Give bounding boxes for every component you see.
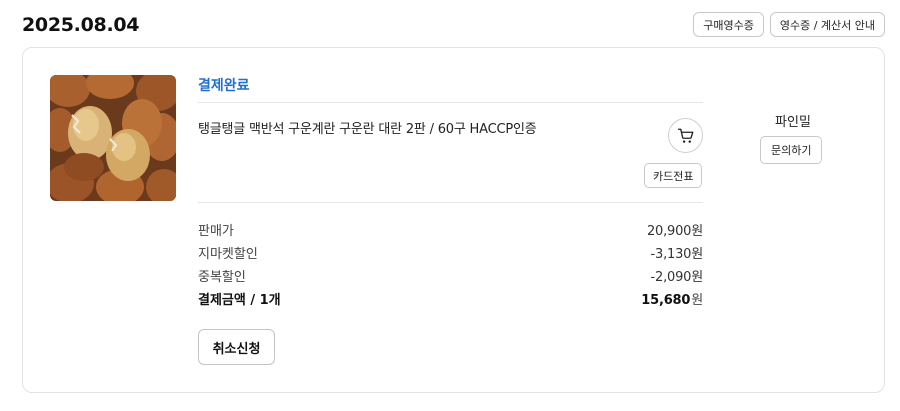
price-label: 중복할인 [198,270,246,285]
cancel-request-button[interactable]: 취소신청 [198,329,275,365]
price-value: -3,130원 [650,247,704,262]
seller-inquiry-button[interactable]: 문의하기 [760,136,823,164]
price-row-total: 결제금액 / 1개 15,680원 [198,287,703,310]
purchase-receipt-button[interactable]: 구매영수증 [693,12,764,37]
divider [198,102,703,103]
price-label: 판매가 [198,224,234,239]
price-value: -2,090원 [650,270,704,285]
cart-icon [677,128,693,143]
total-label: 결제금액 / 1개 [198,293,281,308]
total-value: 15,680원 [641,289,703,308]
order-item-card: 결제완료 탱글탱글 맥반석 구운계란 구운란 대란 2판 / 60구 HACCP… [22,47,885,393]
product-name-link[interactable]: 탱글탱글 맥반석 구운계란 구운란 대란 2판 / 60구 HACCP인증 [198,118,658,137]
add-to-cart-button[interactable] [668,118,703,153]
card-receipt-button[interactable]: 카드전표 [644,163,703,188]
divider [198,202,703,203]
total-unit: 원 [691,293,703,308]
price-breakdown: 판매가 20,900원 지마켓할인 -3,130원 중복할인 -2,090원 결… [198,218,703,310]
order-status: 결제완료 [198,78,250,94]
order-date: 2025.08.04 [22,14,140,36]
total-amount: 15,680 [641,293,691,308]
egg-photo [50,75,176,201]
price-row-sale: 판매가 20,900원 [198,218,703,241]
receipt-invoice-guide-button[interactable]: 영수증 / 계산서 안내 [769,12,885,37]
order-header-actions: 구매영수증 영수증 / 계산서 안내 [693,12,885,37]
price-row-gmarket-discount: 지마켓할인 -3,130원 [198,241,703,264]
price-row-extra-discount: 중복할인 -2,090원 [198,264,703,287]
price-value: 20,900원 [646,224,703,239]
price-label: 지마켓할인 [198,247,258,262]
product-image[interactable] [50,75,176,201]
seller-name[interactable]: 파인밀 [760,111,826,130]
